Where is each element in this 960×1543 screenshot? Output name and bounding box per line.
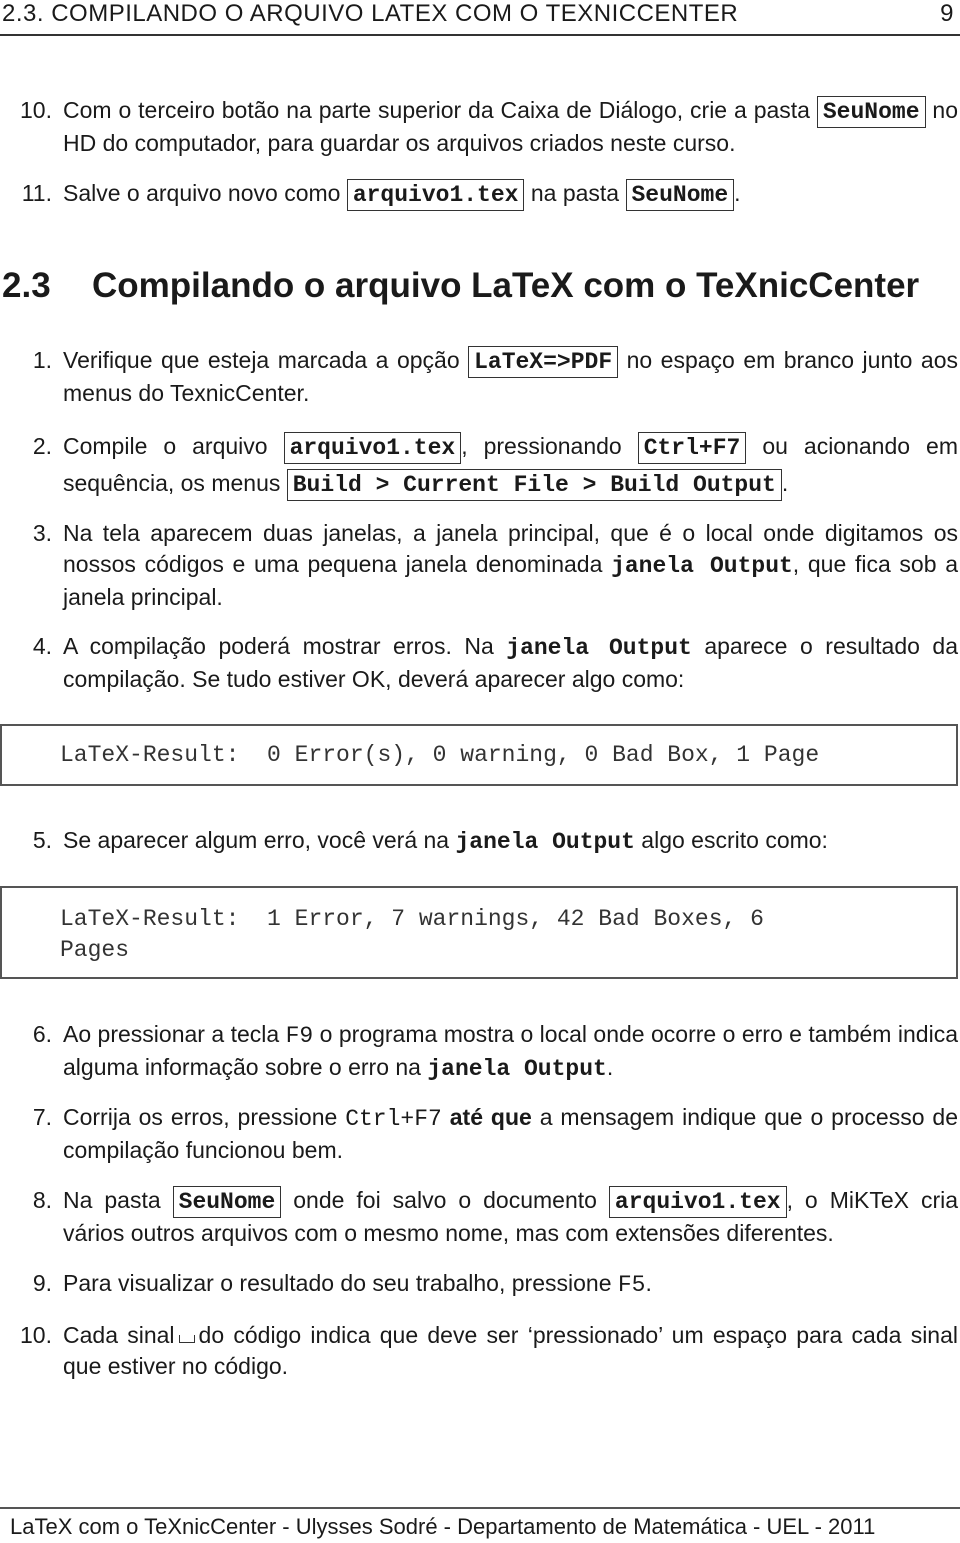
filename-code: arquivo1.tex [608, 1186, 787, 1218]
option-code: LaTeX=>PDF [468, 346, 619, 378]
section-number: 2.3 [2, 266, 51, 305]
footer-text: LaTeX com o TeXnicCenter - Ulysses Sodré… [10, 1514, 876, 1539]
running-head-title: 2.3. COMPILANDO O ARQUIVO LATEX COM O TE… [2, 0, 739, 27]
code-result-error: LaTeX-Result: 1 Error, 7 warnings, 42 Ba… [0, 886, 958, 979]
section-title: Compilando o arquivo LaTeX com o TeXnicC… [92, 266, 920, 305]
code-result-ok: LaTeX-Result: 0 Error(s), 0 warning, 0 B… [0, 724, 958, 786]
running-head: 2.3. COMPILANDO O ARQUIVO LATEX COM O TE… [0, 0, 960, 36]
folder-name-code: SeuNome [625, 179, 735, 211]
section-heading: 2.3 Compilando o arquivo LaTeX com o TeXn… [2, 266, 919, 306]
folder-name-code: SeuNome [172, 1186, 282, 1218]
filename-code: arquivo1.tex [346, 179, 525, 211]
shortcut-code: Ctrl+F7 [637, 432, 747, 464]
page-footer: LaTeX com o TeXnicCenter - Ulysses Sodré… [0, 1507, 960, 1540]
page-number: 9 [940, 0, 954, 27]
visible-space-icon [178, 1335, 195, 1343]
menu-path-code: Build > Current File > Build Output [286, 469, 782, 501]
folder-name-code: SeuNome [816, 96, 926, 128]
filename-code: arquivo1.tex [283, 432, 462, 464]
